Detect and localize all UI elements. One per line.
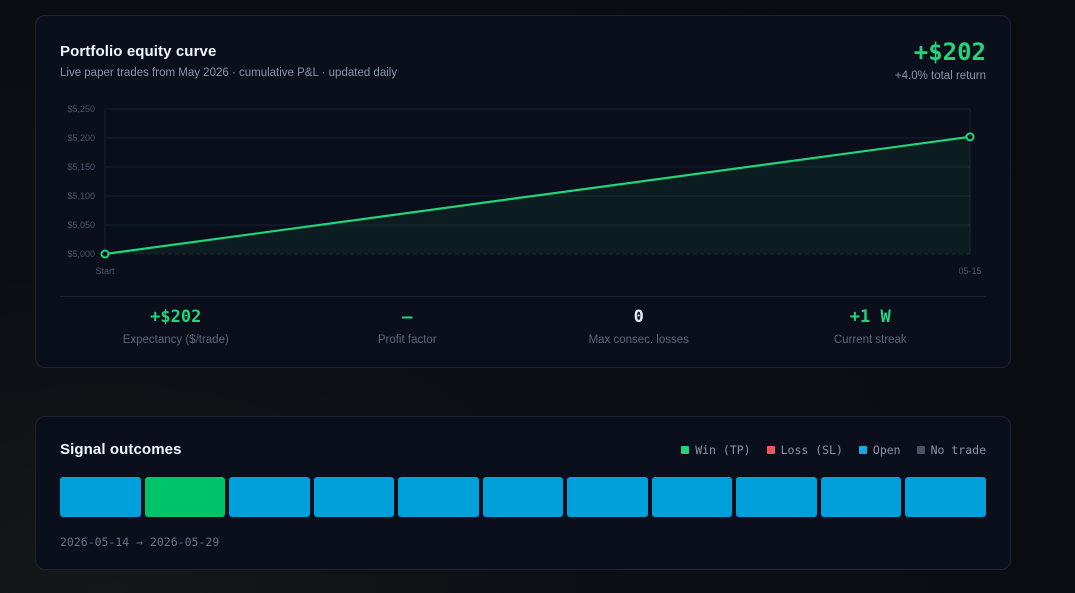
y-tick-label: $5,000 (67, 249, 95, 259)
outcome-cell-open[interactable] (736, 477, 817, 517)
legend-swatch (766, 446, 775, 454)
stat-label: Current streak (833, 334, 907, 346)
legend-swatch (858, 446, 867, 454)
outcome-cells (60, 477, 987, 517)
outcomes-card: Signal outcomes Win (TP) Loss (SL) Open No … (35, 416, 1011, 570)
legend-label: Open (872, 443, 901, 457)
stat-label: Max consec. losses (588, 334, 689, 346)
stat-value: +$202 (150, 307, 202, 327)
x-tick-label: 05-15 (958, 266, 981, 276)
stat-item: — Profit factor (292, 296, 524, 368)
stat-value: 0 (633, 307, 644, 327)
outcome-cell-open[interactable] (398, 477, 479, 517)
legend-swatch (916, 446, 925, 454)
legend-item: Open (858, 443, 901, 457)
x-tick-label: Start (95, 266, 115, 276)
y-tick-label: $5,100 (67, 191, 95, 201)
legend-item: Win (TP) (681, 443, 751, 457)
legend-item: Loss (SL) (766, 443, 843, 457)
y-tick-label: $5,050 (67, 220, 95, 230)
stat-label: Expectancy ($/trade) (122, 334, 229, 346)
legend-label: Win (TP) (695, 443, 751, 457)
legend-label: No trade (930, 443, 986, 457)
stat-label: Profit factor (377, 334, 437, 346)
outcome-cell-open[interactable] (313, 477, 395, 517)
outcomes-title: Signal outcomes (60, 441, 182, 458)
legend-item: No trade (916, 443, 986, 457)
outcome-cell-open[interactable] (905, 477, 987, 517)
equity-card: Portfolio equity curve Live paper trades… (35, 15, 1011, 368)
date-range: 2026-05-14 → 2026-05-29 (60, 535, 220, 549)
stats-row: +$202 Expectancy ($/trade) — Profit factor 0… (60, 296, 986, 368)
stat-value: +1 W (849, 307, 891, 327)
outcome-cell-open[interactable] (482, 477, 564, 517)
outcome-cell-open[interactable] (567, 477, 648, 517)
equity-point (100, 249, 110, 259)
stat-item: +$202 Expectancy ($/trade) (60, 296, 292, 368)
y-tick-label: $5,150 (67, 162, 95, 172)
equity-chart: $5,000 $5,050 $5,100 $5,150 $5,200 $5,250 Star… (67, 104, 981, 276)
outcome-cell-open[interactable] (229, 477, 310, 517)
outcome-cell-open[interactable] (820, 477, 902, 517)
equity-point (965, 132, 975, 142)
outcomes-legend: Win (TP) Loss (SL) Open No trade (681, 443, 986, 457)
stat-value: — (402, 307, 413, 327)
y-tick-label: $5,200 (67, 133, 95, 143)
stat-item: 0 Max consec. losses (523, 296, 755, 368)
y-tick-label: $5,250 (67, 104, 95, 114)
legend-label: Loss (SL) (780, 443, 843, 457)
outcome-cell-open[interactable] (651, 477, 733, 517)
stat-item: +1 W Current streak (755, 296, 987, 368)
outcome-cell-open[interactable] (60, 477, 141, 517)
legend-swatch (681, 446, 690, 454)
outcome-cell-win[interactable] (144, 477, 226, 517)
